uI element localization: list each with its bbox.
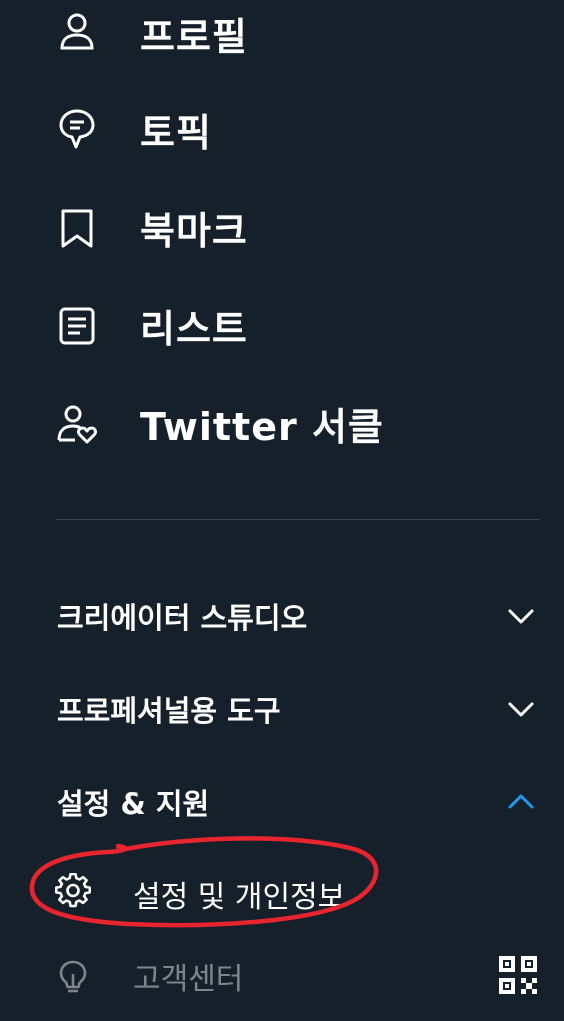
nav-item-lists[interactable]: 리스트	[0, 284, 564, 364]
section-professional-tools[interactable]: 프로페셔널용 도구	[0, 673, 564, 743]
nav-label-bookmarks: 북마크	[140, 209, 248, 253]
nav-item-profile[interactable]: 프로필	[0, 0, 564, 72]
bookmark-icon	[55, 206, 99, 250]
nav-label-topics: 토픽	[140, 111, 212, 155]
lightbulb-icon	[55, 959, 91, 995]
nav-label-twitter-circle: Twitter 서클	[140, 405, 384, 449]
gear-icon	[55, 873, 91, 909]
nav-item-bookmarks[interactable]: 북마크	[0, 186, 564, 266]
lists-icon	[55, 304, 99, 348]
divider	[56, 519, 540, 520]
twitter-circle-icon	[55, 402, 99, 446]
chevron-up-icon	[504, 784, 538, 818]
profile-icon	[55, 10, 99, 54]
qr-code-icon[interactable]	[498, 955, 538, 995]
help-center-label: 고객센터	[133, 962, 244, 997]
chevron-down-icon	[504, 692, 538, 726]
section-label-professional-tools: 프로페셔널용 도구	[57, 694, 281, 728]
chevron-down-icon	[504, 599, 538, 633]
section-label-creator-studio: 크리에이터 스튜디오	[57, 601, 308, 635]
help-center-item[interactable]: 고객센터	[0, 942, 564, 1012]
section-label-settings-support: 설정 & 지원	[57, 787, 210, 821]
topics-icon	[55, 106, 99, 150]
settings-privacy-item[interactable]: 설정 및 개인정보	[0, 856, 564, 926]
section-settings-support[interactable]: 설정 & 지원	[0, 766, 564, 836]
nav-label-profile: 프로필	[140, 15, 248, 59]
nav-label-lists: 리스트	[140, 307, 248, 351]
nav-item-topics[interactable]: 토픽	[0, 88, 564, 168]
section-creator-studio[interactable]: 크리에이터 스튜디오	[0, 580, 564, 650]
settings-privacy-label: 설정 및 개인정보	[133, 880, 346, 915]
nav-item-twitter-circle[interactable]: Twitter 서클	[0, 382, 564, 462]
